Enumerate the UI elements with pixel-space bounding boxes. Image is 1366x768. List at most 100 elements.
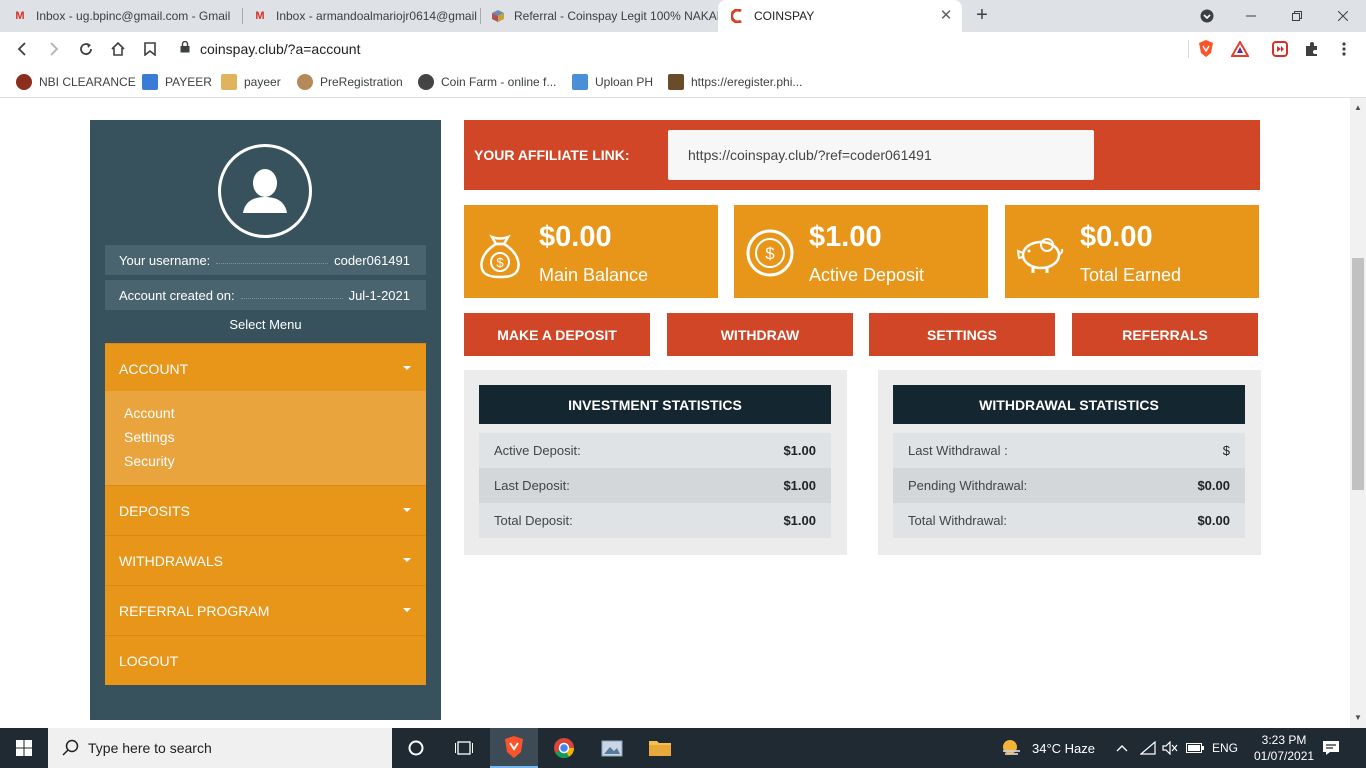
- taskbar-file-explorer[interactable]: [636, 728, 684, 768]
- menu-deposits[interactable]: DEPOSITS: [105, 485, 426, 535]
- weather-widget[interactable]: 34°C Haze: [1000, 728, 1095, 768]
- row-label: Total Deposit:: [494, 513, 573, 528]
- table-row: Pending Withdrawal: $0.00: [893, 468, 1245, 503]
- new-tab-button[interactable]: +: [970, 4, 994, 28]
- forward-icon[interactable]: [40, 35, 68, 63]
- brave-rewards-icon[interactable]: [1228, 37, 1252, 61]
- windows-taskbar: Type here to search 34°C Haze ENG 3:23 P…: [0, 728, 1366, 768]
- brave-shield-icon[interactable]: [1194, 37, 1218, 61]
- menu-referral-program[interactable]: REFERRAL PROGRAM: [105, 585, 426, 635]
- cortana-button[interactable]: [392, 728, 440, 768]
- home-icon[interactable]: [104, 35, 132, 63]
- bookmark-nbi[interactable]: NBI CLEARANCE: [16, 72, 136, 92]
- tab-coinspay[interactable]: COINSPAY ✕: [718, 0, 962, 32]
- tab-gmail-1[interactable]: M Inbox - ug.bpinc@gmail.com - Gmail: [0, 0, 242, 32]
- browser-tab-strip: M Inbox - ug.bpinc@gmail.com - Gmail M I…: [0, 0, 1366, 32]
- preregistration-icon: [297, 74, 313, 90]
- scroll-down-icon[interactable]: ▼: [1354, 714, 1362, 722]
- menu-logout[interactable]: LOGOUT: [105, 635, 426, 685]
- row-value: $1.00: [783, 513, 816, 528]
- tab-label: Inbox - armandoalmariojr0614@gmail.com: [276, 9, 478, 23]
- row-value: $0.00: [1197, 513, 1230, 528]
- submenu-security[interactable]: Security: [124, 453, 426, 477]
- scrollbar-thumb[interactable]: [1352, 258, 1364, 490]
- address-bar[interactable]: coinspay.club/?a=account: [172, 36, 1188, 62]
- bookmark-coinfarm[interactable]: Coin Farm - online f...: [418, 72, 556, 92]
- taskbar-image-app[interactable]: [588, 728, 636, 768]
- total-earned-amount: $0.00: [1080, 221, 1153, 253]
- input-language[interactable]: ENG: [1212, 728, 1238, 768]
- show-hidden-icons[interactable]: [1116, 728, 1128, 768]
- table-row: Last Withdrawal : $: [893, 433, 1245, 468]
- reload-icon[interactable]: [72, 35, 100, 63]
- eregister-icon: [668, 74, 684, 90]
- withdraw-button[interactable]: WITHDRAW: [667, 313, 853, 356]
- menu-logout-label: LOGOUT: [119, 652, 179, 669]
- created-row: Account created on: Jul-1-2021: [105, 280, 426, 310]
- menu-dots-icon[interactable]: [1332, 37, 1356, 61]
- dotted-leader: [240, 291, 343, 299]
- close-tab-icon[interactable]: ✕: [938, 8, 954, 24]
- table-row: Last Deposit: $1.00: [479, 468, 831, 503]
- tab-label: Inbox - ug.bpinc@gmail.com - Gmail: [36, 9, 231, 23]
- caret-down-icon: [403, 558, 411, 562]
- page-scrollbar[interactable]: ▲ ▼: [1350, 98, 1366, 728]
- affiliate-link-input[interactable]: [668, 130, 1094, 180]
- bookmark-label: Coin Farm - online f...: [441, 75, 557, 89]
- active-deposit-card: $ $1.00 Active Deposit: [734, 205, 988, 298]
- gmail-icon: M: [255, 10, 265, 22]
- battery-status[interactable]: [1186, 728, 1204, 768]
- tab-label: Referral - Coinspay Legit 100% NAKAPAG: [514, 9, 718, 23]
- bookmark-icon[interactable]: [136, 35, 164, 63]
- bookmark-uploan[interactable]: Uploan PH: [572, 72, 653, 92]
- network-status[interactable]: [1140, 728, 1156, 768]
- row-value: $1.00: [783, 443, 816, 458]
- system-clock[interactable]: 3:23 PM 01/07/2021: [1254, 732, 1314, 764]
- submenu-account[interactable]: Account: [124, 405, 426, 429]
- tab-label: COINSPAY: [754, 9, 815, 23]
- restore-button[interactable]: [1274, 0, 1320, 32]
- taskbar-brave[interactable]: [490, 728, 538, 768]
- caret-down-icon: [403, 508, 411, 512]
- row-label: Pending Withdrawal:: [908, 478, 1028, 493]
- bookmark-payeer[interactable]: PAYEER: [142, 72, 212, 92]
- scroll-up-icon[interactable]: ▲: [1354, 104, 1362, 112]
- bookmark-preregistration[interactable]: PreRegistration: [297, 72, 403, 92]
- submenu-settings[interactable]: Settings: [124, 429, 426, 453]
- bookmark-payeer-doc[interactable]: payeer: [221, 72, 281, 92]
- wifi-icon: [1140, 741, 1156, 755]
- taskbar-chrome[interactable]: [540, 728, 588, 768]
- menu-withdrawals[interactable]: WITHDRAWALS: [105, 535, 426, 585]
- back-icon[interactable]: [8, 35, 36, 63]
- menu-account-label: ACCOUNT: [119, 360, 189, 377]
- row-value: $0.00: [1197, 478, 1230, 493]
- volume-control[interactable]: [1162, 728, 1178, 768]
- bookmark-eregister[interactable]: https://eregister.phi...: [668, 72, 802, 92]
- caret-down-icon: [403, 366, 411, 370]
- brave-browser-icon: [505, 736, 523, 758]
- referrals-button[interactable]: REFERRALS: [1072, 313, 1258, 356]
- taskbar-search-box[interactable]: Type here to search: [48, 728, 392, 768]
- tab-gmail-2[interactable]: M Inbox - armandoalmariojr0614@gmail.com: [240, 0, 478, 32]
- bookmarks-bar: NBI CLEARANCE PAYEER payeer PreRegistrat…: [0, 66, 1366, 98]
- username-row: Your username: coder061491: [105, 245, 426, 275]
- select-menu-label: Select Menu: [229, 317, 302, 332]
- tab-search-icon[interactable]: [1184, 0, 1230, 32]
- make-deposit-button[interactable]: MAKE A DEPOSIT: [464, 313, 650, 356]
- extensions-puzzle-icon[interactable]: [1300, 37, 1324, 61]
- username-label: Your username:: [119, 252, 211, 268]
- clock-time: 3:23 PM: [1261, 733, 1307, 747]
- task-view-button[interactable]: [440, 728, 488, 768]
- account-submenu: Account Settings Security: [105, 391, 426, 485]
- settings-button[interactable]: SETTINGS: [869, 313, 1055, 356]
- total-earned-card: $0.00 Total Earned: [1005, 205, 1259, 298]
- notification-center[interactable]: [1322, 728, 1340, 768]
- withdrawal-statistics-panel: WITHDRAWAL STATISTICS Last Withdrawal : …: [878, 370, 1261, 555]
- tab-referral[interactable]: Referral - Coinspay Legit 100% NAKAPAG: [478, 0, 718, 32]
- close-window-button[interactable]: [1320, 0, 1366, 32]
- media-extension-icon[interactable]: [1268, 37, 1292, 61]
- menu-account[interactable]: ACCOUNT: [105, 343, 426, 393]
- windows-start-button[interactable]: [0, 728, 48, 768]
- minimize-button[interactable]: [1228, 0, 1274, 32]
- folder-icon: [649, 741, 671, 756]
